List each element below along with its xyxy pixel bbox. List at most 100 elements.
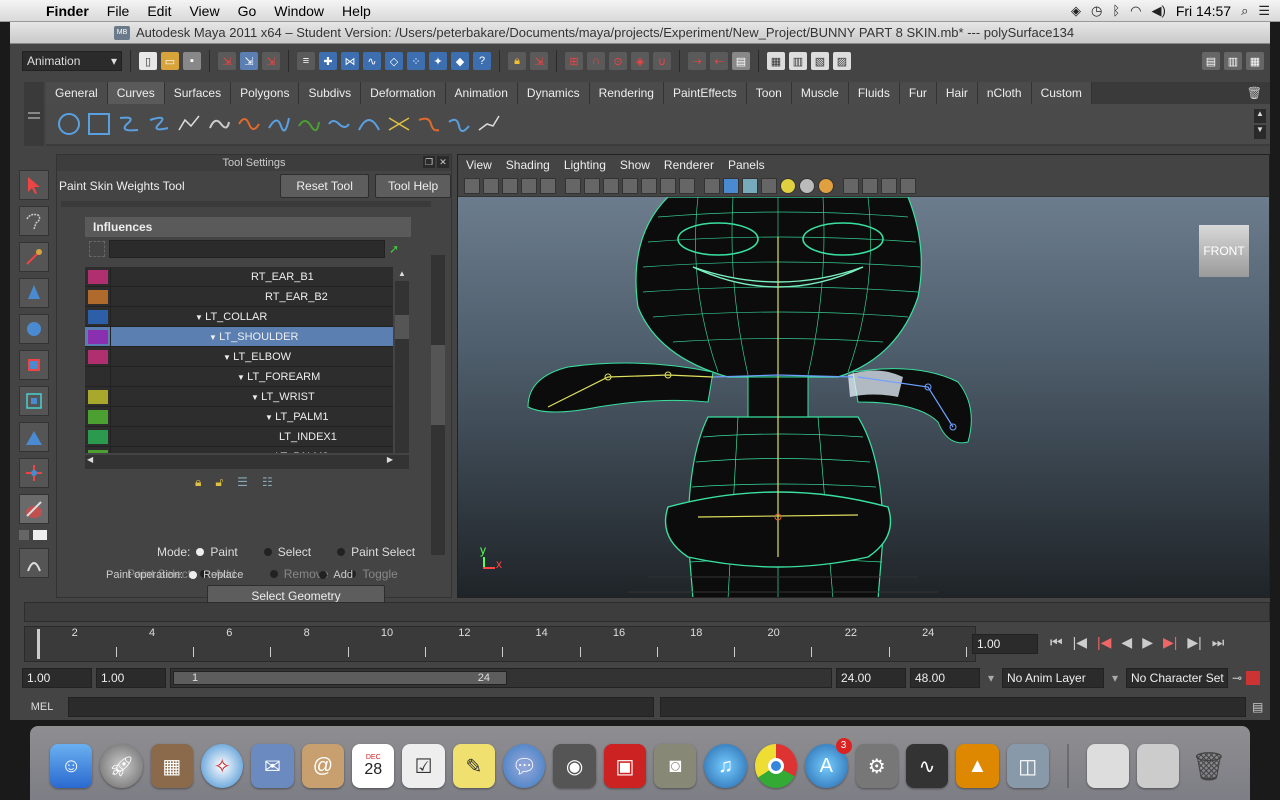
lock-selection-icon[interactable]: 🔒︎: [508, 52, 526, 70]
extend-curve-icon[interactable]: [326, 110, 352, 138]
output-ops-icon[interactable]: ⇠: [710, 52, 728, 70]
save-scene-icon[interactable]: ▪: [183, 52, 201, 70]
tab-animation[interactable]: Animation: [445, 82, 518, 104]
expand-arrow-icon[interactable]: ▼: [251, 393, 261, 402]
select-by-rendering-icon[interactable]: ◆: [451, 52, 469, 70]
tab-subdivs[interactable]: Subdivs: [299, 82, 362, 104]
select-by-deformations-icon[interactable]: ⁘: [407, 52, 425, 70]
xray-icon[interactable]: [862, 177, 878, 194]
downloads-stack-icon[interactable]: [1086, 744, 1130, 788]
viewport-panel[interactable]: View Shading Lighting Show Renderer Pane…: [457, 154, 1270, 598]
select-by-surfaces-icon[interactable]: ◇: [385, 52, 403, 70]
expand-arrow-icon[interactable]: ▼: [265, 453, 275, 454]
current-frame-marker[interactable]: [37, 629, 40, 659]
select-by-handles-icon[interactable]: ✚: [319, 52, 337, 70]
menu-view[interactable]: View: [180, 3, 228, 19]
joint-color-swatch[interactable]: [85, 426, 111, 447]
influence-filter-input[interactable]: [109, 240, 385, 258]
highlight-selection-icon[interactable]: ⇲: [530, 52, 548, 70]
step-back-frame-icon[interactable]: |◀: [1073, 634, 1087, 651]
joint-color-swatch[interactable]: [85, 446, 111, 453]
mode-paint-select-radio[interactable]: [337, 548, 346, 556]
hardware-fog-icon[interactable]: [818, 177, 834, 194]
field-chart-icon[interactable]: [641, 177, 657, 194]
use-all-lights-icon[interactable]: [780, 177, 796, 194]
float-panel-icon[interactable]: ❐: [423, 156, 435, 168]
nurbs-circle-icon[interactable]: [56, 110, 82, 138]
paint-skin-weights-tool-icon[interactable]: [19, 494, 49, 524]
image-plane-icon[interactable]: [521, 177, 537, 194]
go-to-end-icon[interactable]: ⏭︎: [1212, 634, 1225, 651]
influences-header[interactable]: Influences: [85, 217, 411, 237]
project-tangent-icon[interactable]: [476, 110, 502, 138]
film-gate-icon[interactable]: [584, 177, 600, 194]
joint-color-swatch[interactable]: [85, 306, 111, 327]
maya-dock-icon[interactable]: ∿: [905, 744, 949, 788]
app-store-icon[interactable]: A3: [805, 738, 852, 788]
nurbs-square-icon[interactable]: [86, 110, 112, 138]
select-by-curves-icon[interactable]: ∿: [363, 52, 381, 70]
influence-row[interactable]: ▼ LT_PALM2: [85, 446, 393, 454]
select-by-joints-icon[interactable]: ⋈: [341, 52, 359, 70]
chevron-right-icon[interactable]: ▶: [387, 455, 393, 464]
attach-curves-icon[interactable]: [236, 110, 262, 138]
tab-ncloth[interactable]: nCloth: [977, 82, 1032, 104]
range-slider-bar[interactable]: 1 24: [173, 671, 507, 685]
animation-prefs-icon[interactable]: [1246, 671, 1261, 685]
isolate-select-icon[interactable]: [843, 177, 859, 194]
rotate-tool-icon[interactable]: [19, 314, 49, 344]
influence-row[interactable]: RT_EAR_B1: [85, 267, 393, 287]
select-component-icon[interactable]: ⇲: [262, 52, 280, 70]
tab-curves[interactable]: Curves: [107, 82, 165, 104]
playback-end-field[interactable]: 24.00: [836, 668, 906, 688]
textured-icon[interactable]: [761, 177, 777, 194]
contacts-icon[interactable]: @: [301, 744, 345, 788]
select-tool-icon[interactable]: [19, 170, 49, 200]
shadows-icon[interactable]: [799, 177, 815, 194]
flip-list-icon[interactable]: ☷: [262, 475, 273, 490]
camera-attributes-icon[interactable]: [483, 177, 499, 194]
cv-curve-icon[interactable]: [116, 110, 142, 138]
sort-list-icon[interactable]: ☰: [237, 475, 248, 490]
play-forwards-icon[interactable]: ▶: [1142, 634, 1153, 651]
notes-icon[interactable]: ✎: [452, 744, 496, 788]
ep-curve-icon[interactable]: [146, 110, 172, 138]
playback-start-field[interactable]: 1.00: [96, 668, 166, 688]
select-object-icon[interactable]: ⇲: [240, 52, 258, 70]
influence-row[interactable]: ▼ LT_PALM1: [85, 406, 393, 427]
expand-arrow-icon[interactable]: ▼: [223, 353, 233, 362]
launchpad-icon[interactable]: 🚀︎: [100, 744, 143, 788]
step-forward-frame-icon[interactable]: ▶|: [1187, 634, 1201, 651]
expand-arrow-icon[interactable]: ▼: [195, 313, 205, 322]
unlock-icon[interactable]: 🔓︎: [215, 475, 223, 490]
joint-color-swatch[interactable]: [85, 267, 111, 287]
viewport-menu-shading[interactable]: Shading: [506, 158, 550, 172]
menu-finder[interactable]: Finder: [40, 3, 98, 19]
reset-tool-button[interactable]: Reset Tool: [279, 174, 370, 198]
scale-tool-icon[interactable]: [19, 350, 49, 380]
iphoto-icon[interactable]: ◙: [654, 744, 697, 788]
backface-culling-icon[interactable]: [900, 177, 916, 194]
insert-knot-icon[interactable]: [296, 110, 322, 138]
tab-surfaces[interactable]: Surfaces: [164, 82, 232, 104]
select-by-misc-icon[interactable]: ?: [473, 52, 491, 70]
tab-hair[interactable]: Hair: [936, 82, 978, 104]
chevron-left-icon[interactable]: ◀: [87, 455, 93, 464]
mail-icon[interactable]: ✉: [251, 744, 294, 788]
viewport-menu-show[interactable]: Show: [620, 158, 650, 172]
camera-icon[interactable]: [464, 177, 480, 194]
gate-mask-icon[interactable]: [622, 177, 638, 194]
influence-row[interactable]: LT_INDEX1: [85, 426, 393, 447]
vlc-icon[interactable]: ▲: [956, 744, 999, 788]
snap-point-icon[interactable]: ⊙: [609, 52, 627, 70]
tab-dynamics[interactable]: Dynamics: [517, 82, 590, 104]
viewport-menu-view[interactable]: View: [466, 158, 492, 172]
viewport-menu-renderer[interactable]: Renderer: [664, 158, 714, 172]
shelf-tab-menu[interactable]: [24, 82, 44, 146]
viewcube[interactable]: FRONT: [1199, 225, 1249, 277]
arc-curve-icon[interactable]: [206, 110, 232, 138]
step-back-key-icon[interactable]: |◀: [1097, 634, 1111, 651]
joint-color-swatch[interactable]: [85, 346, 111, 367]
tab-muscle[interactable]: Muscle: [791, 82, 849, 104]
command-input[interactable]: [68, 697, 654, 717]
